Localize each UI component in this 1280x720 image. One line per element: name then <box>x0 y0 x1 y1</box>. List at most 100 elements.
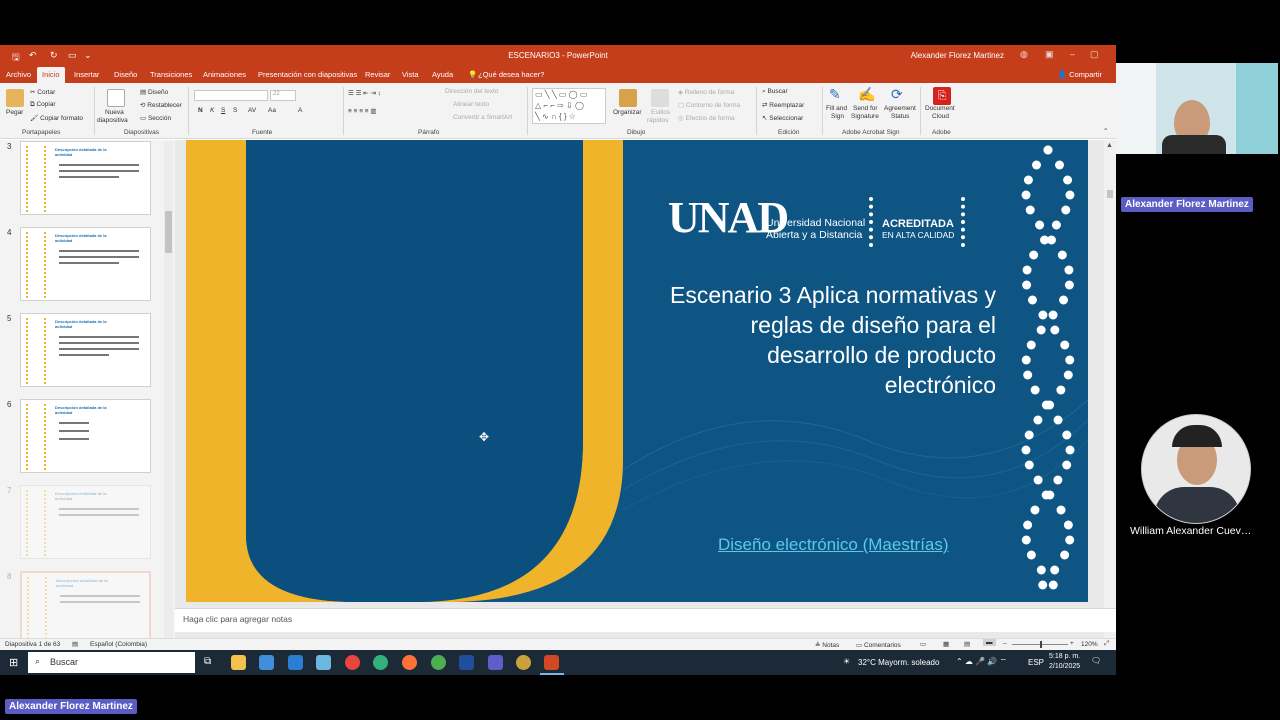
chrome-profile-icon[interactable] <box>431 655 446 670</box>
tab-vista[interactable]: Vista <box>402 70 419 79</box>
agreement-status-button[interactable]: Agreement <box>884 105 916 112</box>
app-icon[interactable] <box>516 655 531 670</box>
vertical-scrollbar[interactable]: ▲ ▼ <box>1104 140 1116 653</box>
tab-presentacion[interactable]: Presentación con diapositivas <box>258 70 357 79</box>
new-slide-button[interactable]: Nueva <box>105 109 124 116</box>
underline-icon[interactable]: S <box>221 107 225 114</box>
teams-icon[interactable] <box>488 655 503 670</box>
shape-outline-button[interactable]: ▢ Contorno de forma <box>678 101 740 109</box>
paste-button[interactable]: Pegar <box>6 109 23 116</box>
thumbnail-scrollbar[interactable] <box>164 141 173 641</box>
fill-sign-button[interactable]: Fill and <box>826 105 847 112</box>
participant-avatar[interactable] <box>1141 414 1251 524</box>
tab-animaciones[interactable]: Animaciones <box>203 70 246 79</box>
tab-revisar[interactable]: Revisar <box>365 70 390 79</box>
send-signature-icon[interactable]: ✍ <box>858 86 875 103</box>
zoom-in-icon[interactable]: + <box>1070 640 1074 647</box>
new-slide-icon[interactable] <box>107 89 125 107</box>
tray-icons[interactable]: ⌃ ☁ 🎤 🔊 ⌔ <box>956 657 1007 667</box>
arrange-icon[interactable] <box>619 89 637 107</box>
clock-time[interactable]: 5:18 p. m. <box>1049 653 1080 660</box>
section-button[interactable]: ▭ Sección <box>140 114 171 122</box>
shape-fill-button[interactable]: ◈ Relleno de forma <box>678 88 734 96</box>
italic-icon[interactable]: K <box>210 107 214 114</box>
tab-insertar[interactable]: Insertar <box>74 70 99 79</box>
normal-view-icon[interactable]: ▭ <box>920 640 926 648</box>
reading-view-icon[interactable]: ▤ <box>964 640 970 648</box>
font-name-input[interactable] <box>194 90 268 101</box>
taskbar-search[interactable]: ⌕ Buscar <box>28 652 195 673</box>
document-cloud-button-line2[interactable]: Cloud <box>932 113 949 120</box>
tell-me-search[interactable]: ¿Qué desea hacer? <box>478 70 544 79</box>
shapes-gallery[interactable]: ▭ ╲ ╲ ▭ ◯ ▭ △ ⌐ ⌐ ⇨ ⇩ ◯ ╲ ∿ ∩ { } ☆ <box>532 88 606 124</box>
weather-icon[interactable]: ☀ <box>843 657 850 666</box>
align-icons[interactable]: ≡ ≡ ≡ ≡ ▥ <box>348 107 377 115</box>
case-icon[interactable]: Aa <box>268 107 276 114</box>
find-button[interactable]: ⌕ Buscar <box>762 88 788 96</box>
font-color-icon[interactable]: A <box>298 107 302 114</box>
thumbnail-slide[interactable]: Descripción detallada de la actividad <box>20 313 151 387</box>
powerpoint-icon[interactable] <box>544 655 559 670</box>
zoom-level[interactable]: 120% <box>1081 641 1098 648</box>
format-painter-button[interactable]: 🖌 Copiar formato <box>30 114 83 122</box>
fit-slide-icon[interactable]: ⤢ <box>1104 640 1109 648</box>
thumbnail-slide[interactable]: Descripción detallada de la actividad <box>20 485 151 559</box>
tab-diseno[interactable]: Diseño <box>114 70 137 79</box>
thumbnail-slide[interactable]: Descripción detallada de la actividad <box>20 571 151 645</box>
tab-transiciones[interactable]: Transiciones <box>150 70 192 79</box>
strikethrough-icon[interactable]: S <box>233 107 237 114</box>
photos-icon[interactable] <box>316 655 331 670</box>
file-explorer-icon[interactable] <box>231 655 246 670</box>
agreement-status-button-line2[interactable]: Status <box>891 113 909 120</box>
collapse-ribbon-icon[interactable]: ⌃ <box>1103 127 1108 135</box>
link-maestrias[interactable]: (Maestrías) <box>863 535 949 554</box>
word-icon[interactable] <box>459 655 474 670</box>
thumbnail-slide[interactable]: Descripción detallada de la actividad <box>20 227 151 301</box>
store-icon[interactable] <box>259 655 274 670</box>
share-button[interactable]: 👤 Compartir <box>1058 70 1102 79</box>
edge-icon[interactable] <box>373 655 388 670</box>
clock-date[interactable]: 2/10/2025 <box>1049 663 1080 670</box>
firefox-icon[interactable] <box>402 655 417 670</box>
bullets-icon[interactable]: ☰ ☰ ⇤ ⇥ ↕ <box>348 89 381 97</box>
link-diseno-electronico[interactable]: Diseño electrónico <box>718 535 858 554</box>
account-name[interactable]: Alexander Florez Martinez <box>911 51 1004 60</box>
language-indicator[interactable]: Español (Colombia) <box>90 641 147 648</box>
spacing-icon[interactable]: AV <box>248 107 256 114</box>
select-button[interactable]: ↖ Seleccionar <box>762 114 803 122</box>
mail-icon[interactable] <box>288 655 303 670</box>
scroll-up-icon[interactable]: ▲ <box>1106 142 1113 149</box>
notes-pane[interactable]: Haga clic para agregar notas <box>175 608 1116 632</box>
zoom-slider[interactable] <box>1012 641 1068 648</box>
pdf-icon[interactable]: ⎘ <box>933 87 951 105</box>
align-text-button[interactable]: Alinear texto <box>453 101 489 108</box>
scrollbar-thumb[interactable] <box>1107 190 1113 198</box>
send-signature-button[interactable]: Send for <box>853 105 878 112</box>
slide-title[interactable]: Escenario 3 Aplica normativas y reglas d… <box>606 280 996 400</box>
bold-icon[interactable]: N <box>198 107 203 114</box>
slide-sorter-icon[interactable]: ▦ <box>943 640 949 648</box>
reset-button[interactable]: ⟲ Restablecer <box>140 101 182 109</box>
notes-toggle[interactable]: ≜ Notas <box>815 641 839 649</box>
agreement-status-icon[interactable]: ⟳ <box>891 86 903 103</box>
user-avatar-icon[interactable]: ◍ <box>1020 49 1028 60</box>
fill-sign-button-line2[interactable]: Sign <box>831 113 844 120</box>
minimize-icon[interactable]: – <box>1070 49 1075 59</box>
smartart-button[interactable]: Convertir a SmartArt <box>453 114 512 121</box>
cut-button[interactable]: ✂ Cortar <box>30 88 55 96</box>
comments-toggle[interactable]: ▭ Comentarios <box>856 641 901 649</box>
chrome-icon[interactable] <box>345 655 360 670</box>
windows-start-icon[interactable]: ⊞ <box>9 656 18 669</box>
fill-sign-icon[interactable]: ✎ <box>829 86 841 103</box>
notifications-icon[interactable]: 🗨 <box>1091 656 1101 665</box>
spellcheck-icon[interactable]: ▤ <box>72 640 78 648</box>
arrange-button[interactable]: Organizar <box>613 109 642 116</box>
thumbnail-slide[interactable]: Descripción detallada de la actividad <box>20 141 151 215</box>
copy-button[interactable]: ⧉ Copiar <box>30 101 56 109</box>
font-size-input[interactable]: 22 <box>270 90 296 101</box>
tab-archivo[interactable]: Archivo <box>6 70 31 79</box>
ribbon-display-icon[interactable]: ▣ <box>1045 49 1054 60</box>
task-view-icon[interactable]: ⧉ <box>204 656 211 667</box>
weather-text[interactable]: 32°C Mayorm. soleado <box>858 658 939 667</box>
quick-styles-button-line2[interactable]: rápidos <box>647 117 668 124</box>
